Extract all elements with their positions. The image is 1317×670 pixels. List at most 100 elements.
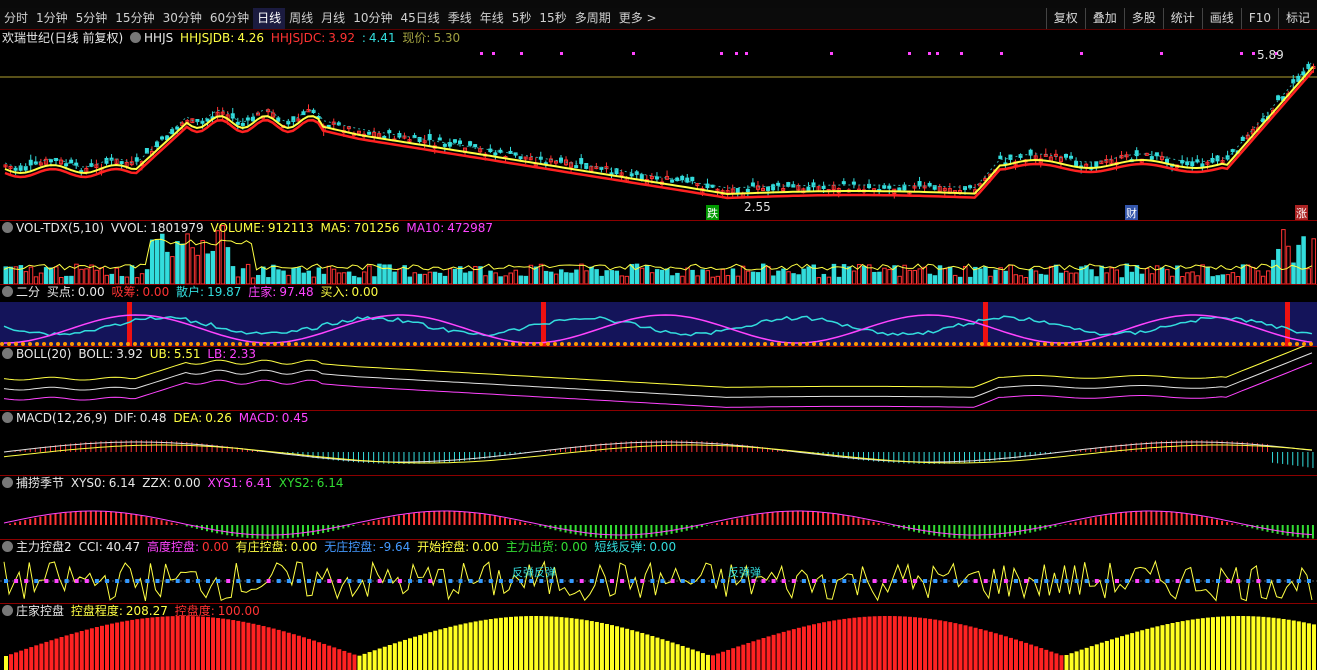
- kongpan-bar: [1069, 653, 1074, 670]
- zlkp-block: [1205, 579, 1210, 583]
- toolbar-button-2[interactable]: 多股: [1123, 8, 1163, 29]
- kongpan-bar: [670, 642, 675, 670]
- kongpan-bar: [14, 652, 19, 670]
- toolbar-button-6[interactable]: 标记: [1277, 8, 1317, 29]
- period-tab-15[interactable]: 多周期: [571, 8, 615, 29]
- macd-panel: MACD(12,26,9) DIF: 0.48 DEA: 0.26 MACD: 0.4…: [0, 410, 1317, 476]
- period-tab-0[interactable]: 分时: [0, 8, 32, 29]
- zzx-value: 0.00: [173, 476, 201, 490]
- period-tab-4[interactable]: 30分钟: [159, 8, 206, 29]
- period-tab-5[interactable]: 60分钟: [206, 8, 253, 29]
- kongpan-bar: [544, 616, 549, 670]
- volume-bar: [144, 269, 150, 284]
- volume-bar: [79, 268, 84, 284]
- volume-bar: [296, 267, 301, 284]
- zlkp-block: [1286, 579, 1291, 583]
- toolbar-button-0[interactable]: 复权: [1045, 8, 1085, 29]
- period-tab-6[interactable]: 日线: [253, 8, 286, 29]
- catch-toggle-icon[interactable]: [2, 477, 13, 488]
- kongpan-bar: [130, 619, 135, 670]
- kongpan-bar: [418, 635, 423, 670]
- erfen-toggle-icon[interactable]: [2, 286, 13, 297]
- toolbar-button-1[interactable]: 叠加: [1084, 8, 1124, 29]
- volume-bar: [796, 274, 801, 284]
- period-tab-16[interactable]: 更多 >: [615, 8, 661, 29]
- toolbar-button-3[interactable]: 统计: [1162, 8, 1202, 29]
- period-tab-13[interactable]: 5秒: [508, 8, 536, 29]
- volume-bar: [139, 273, 145, 284]
- zlkp-block: [4, 579, 8, 583]
- xys1-label: XYS1:: [207, 476, 243, 490]
- ks-label: 开始控盘:: [417, 540, 470, 554]
- volume-bar: [1129, 271, 1135, 284]
- kongpan-bar: [59, 636, 64, 670]
- kongpan-bar: [478, 620, 483, 670]
- volume-bar: [468, 271, 473, 284]
- candle-body: [160, 136, 165, 140]
- period-tab-1[interactable]: 1分钟: [32, 8, 72, 29]
- zjkp-toggle-icon[interactable]: [2, 605, 13, 616]
- period-tab-8[interactable]: 月线: [317, 8, 349, 29]
- toolbar-button-4[interactable]: 画线: [1201, 8, 1241, 29]
- kongpan-bar: [872, 616, 877, 670]
- candle-body: [998, 155, 1003, 160]
- kongpan-bar: [1125, 634, 1130, 670]
- volume-value: 912113: [267, 221, 314, 235]
- period-tab-14[interactable]: 15秒: [535, 8, 570, 29]
- zlkp-block: [74, 579, 79, 583]
- period-tab-3[interactable]: 15分钟: [111, 8, 158, 29]
- signal-dot: [908, 52, 911, 55]
- boll-toggle-icon[interactable]: [2, 348, 13, 359]
- kongpan-bar: [175, 616, 180, 670]
- zj-value: 97.48: [279, 285, 314, 299]
- buy-label: 买点:: [46, 285, 75, 299]
- volume-bar: [877, 271, 882, 284]
- kongpan-bar: [756, 639, 761, 670]
- period-tab-7[interactable]: 周线: [285, 8, 317, 29]
- kongpan-bar: [655, 637, 660, 670]
- kongpan-bar: [483, 619, 488, 670]
- kongpan-bar: [933, 619, 938, 670]
- period-tab-10[interactable]: 45日线: [396, 8, 443, 29]
- toolbar-button-5[interactable]: F10: [1240, 8, 1278, 29]
- period-tab-9[interactable]: 10分钟: [349, 8, 396, 29]
- kongpan-bar: [327, 645, 332, 670]
- volume-bar: [458, 266, 463, 284]
- finance-tag[interactable]: 财: [1125, 205, 1138, 220]
- candle-body: [205, 118, 210, 122]
- zlkp-block: [397, 579, 402, 583]
- zlkp-block: [54, 579, 59, 583]
- kongpan-bar: [115, 622, 120, 670]
- kongpan-bar: [54, 638, 59, 670]
- period-tab-12[interactable]: 年线: [476, 8, 508, 29]
- period-tab-2[interactable]: 5分钟: [72, 8, 112, 29]
- yz-label: 有庄控盘:: [235, 540, 288, 554]
- vol-toggle-icon[interactable]: [2, 222, 13, 233]
- volume-bar: [1089, 269, 1094, 284]
- macd-toggle-icon[interactable]: [2, 412, 13, 423]
- zlkp-block: [1115, 579, 1119, 583]
- kongpan-bar: [271, 628, 276, 670]
- indicator-toggle-icon[interactable]: [130, 32, 142, 43]
- zlkp-toggle-icon[interactable]: [2, 541, 13, 552]
- candle-body: [574, 165, 579, 169]
- candle-body: [705, 183, 710, 189]
- candlestick-chart[interactable]: [0, 30, 1317, 220]
- kongpan-bar: [1200, 618, 1205, 670]
- zj-label: 庄家:: [248, 285, 277, 299]
- kongpan-bar: [685, 647, 690, 670]
- kongpan-bar: [1190, 619, 1195, 670]
- period-tab-11[interactable]: 季线: [444, 8, 476, 29]
- volume-bar: [579, 263, 584, 284]
- volume-bar: [675, 272, 680, 284]
- zlkp-block: [892, 579, 897, 583]
- kongpan-bar: [721, 651, 726, 670]
- volume-bar: [1286, 245, 1291, 284]
- volume-bar: [897, 275, 902, 284]
- volume-bar: [538, 263, 544, 284]
- kongpan-bar: [1231, 616, 1236, 670]
- kongpan-bar: [852, 617, 857, 670]
- volume-bar: [271, 264, 276, 284]
- signal-dot: [745, 52, 748, 55]
- candle-body: [437, 137, 442, 141]
